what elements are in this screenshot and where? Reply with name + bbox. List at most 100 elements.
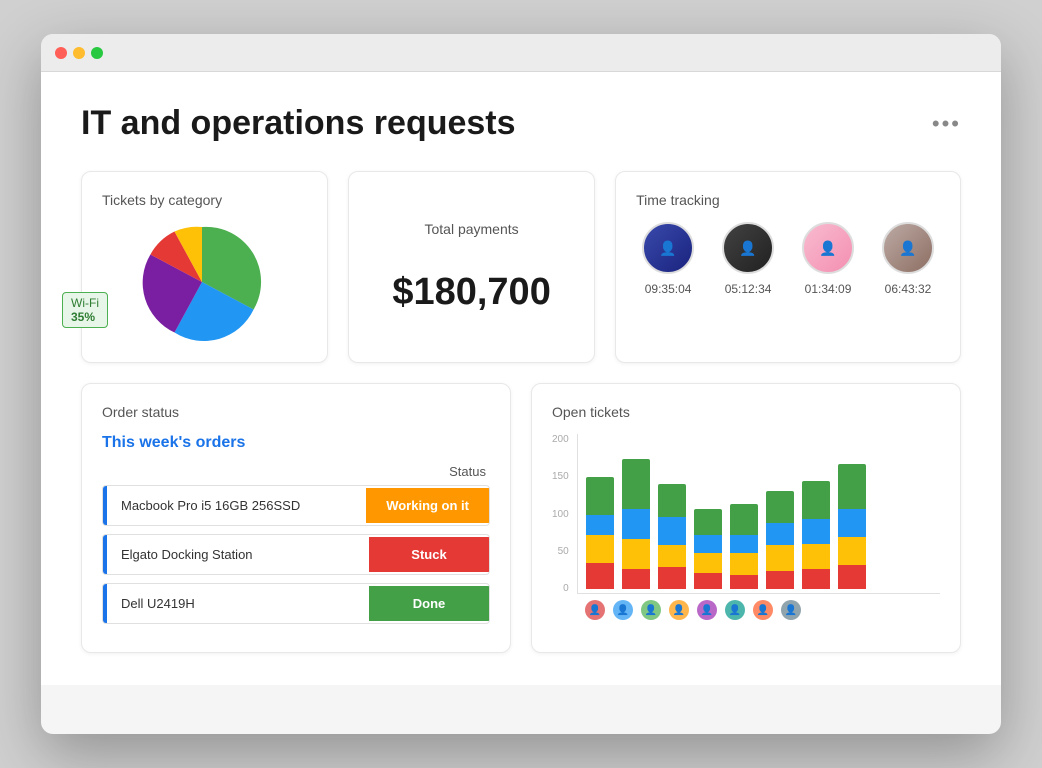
bar-group-1: [586, 477, 614, 589]
avatar-4: 👤: [882, 222, 934, 274]
bar-avatar-1: 👤: [585, 600, 605, 620]
stacked-bar-8: [838, 464, 866, 589]
time-value-4: 06:43:32: [885, 282, 932, 296]
pie-container: Wi-Fi 35%: [102, 222, 307, 342]
bar-seg-green-5: [730, 504, 758, 535]
y-axis-50: 50: [552, 546, 569, 557]
y-axis-200: 200: [552, 434, 569, 445]
bar-group-4: [694, 509, 722, 589]
maximize-button[interactable]: [91, 47, 103, 59]
bar-seg-blue-4: [694, 535, 722, 553]
bar-avatar-4: 👤: [669, 600, 689, 620]
bar-avatar-2: 👤: [613, 600, 633, 620]
stacked-bar-6: [766, 491, 794, 589]
bar-seg-blue-5: [730, 535, 758, 553]
order-row-1: Macbook Pro i5 16GB 256SSD Working on it: [102, 485, 490, 526]
time-tracking-avatars: 👤 09:35:04 👤 05:12:34 👤 01:34:09 👤 06:43…: [636, 222, 940, 296]
payments-card-title: Total payments: [424, 221, 518, 237]
bar-seg-yellow-5: [730, 553, 758, 575]
time-value-1: 09:35:04: [645, 282, 692, 296]
tickets-card: Tickets by category Wi-Fi 35%: [81, 171, 328, 363]
bar-seg-yellow-8: [838, 537, 866, 565]
avatar-3: 👤: [802, 222, 854, 274]
bar-seg-red-7: [802, 569, 830, 589]
bar-group-6: [766, 491, 794, 589]
bar-seg-yellow-1: [586, 535, 614, 563]
bar-avatar-5: 👤: [697, 600, 717, 620]
bar-avatar-3: 👤: [641, 600, 661, 620]
tickets-card-title: Tickets by category: [102, 192, 307, 208]
order-name-3: Dell U2419H: [107, 584, 369, 623]
close-button[interactable]: [55, 47, 67, 59]
time-value-3: 01:34:09: [805, 282, 852, 296]
stacked-bar-5: [730, 504, 758, 589]
open-tickets-title: Open tickets: [552, 404, 940, 420]
open-tickets-card: Open tickets 200 150 100 50 0: [531, 383, 961, 653]
bar-seg-blue-3: [658, 517, 686, 545]
bar-seg-yellow-2: [622, 539, 650, 569]
pie-label-name: Wi-Fi: [71, 296, 99, 310]
bar-seg-yellow-6: [766, 545, 794, 571]
order-name-2: Elgato Docking Station: [107, 535, 369, 574]
bar-seg-red-5: [730, 575, 758, 589]
status-header: Status: [102, 464, 490, 479]
stacked-bar-2: [622, 459, 650, 589]
status-badge-3: Done: [369, 586, 489, 621]
time-tracking-card: Time tracking 👤 09:35:04 👤 05:12:34 👤 01…: [615, 171, 961, 363]
y-axis-100: 100: [552, 509, 569, 520]
bar-avatar-7: 👤: [753, 600, 773, 620]
bar-group-5: [730, 504, 758, 589]
order-name-1: Macbook Pro i5 16GB 256SSD: [107, 486, 366, 525]
pie-label: Wi-Fi 35%: [62, 292, 108, 328]
avatar-1: 👤: [642, 222, 694, 274]
bar-seg-red-3: [658, 567, 686, 589]
bar-avatar-8: 👤: [781, 600, 801, 620]
top-row: Tickets by category Wi-Fi 35%: [81, 171, 961, 363]
order-status-title: Order status: [102, 404, 490, 420]
avatar-time-3: 👤 01:34:09: [802, 222, 854, 296]
stacked-bar-7: [802, 481, 830, 589]
bar-seg-green-8: [838, 464, 866, 509]
bar-seg-blue-2: [622, 509, 650, 539]
page-header: IT and operations requests •••: [81, 104, 961, 143]
bar-group-2: [622, 459, 650, 589]
bar-seg-yellow-3: [658, 545, 686, 567]
bar-avatars-row: 👤 👤 👤 👤 👤 👤 👤 👤: [577, 600, 940, 620]
bar-seg-red-8: [838, 565, 866, 589]
avatar-time-2: 👤 05:12:34: [722, 222, 774, 296]
stacked-bar-1: [586, 477, 614, 589]
status-badge-2: Stuck: [369, 537, 489, 572]
avatar-2: 👤: [722, 222, 774, 274]
bar-seg-red-4: [694, 573, 722, 589]
bar-group-7: [802, 481, 830, 589]
more-options-button[interactable]: •••: [932, 111, 961, 137]
bar-seg-blue-7: [802, 519, 830, 544]
chart-wrapper: 200 150 100 50 0: [552, 434, 940, 620]
bar-seg-blue-8: [838, 509, 866, 537]
y-axis: 200 150 100 50 0: [552, 434, 573, 594]
pie-label-percent: 35%: [71, 310, 95, 324]
bar-group-8: [838, 464, 866, 589]
bar-seg-blue-6: [766, 523, 794, 545]
y-axis-150: 150: [552, 471, 569, 482]
avatar-time-4: 👤 06:43:32: [882, 222, 934, 296]
minimize-button[interactable]: [73, 47, 85, 59]
bars-wrapper: [577, 434, 940, 594]
bar-seg-green-3: [658, 484, 686, 517]
bar-group-3: [658, 484, 686, 589]
order-row-3: Dell U2419H Done: [102, 583, 490, 624]
time-value-2: 05:12:34: [725, 282, 772, 296]
page-title: IT and operations requests: [81, 104, 516, 143]
bars-area: 👤 👤 👤 👤 👤 👤 👤 👤: [577, 434, 940, 620]
bar-seg-red-6: [766, 571, 794, 589]
avatar-time-1: 👤 09:35:04: [642, 222, 694, 296]
bar-seg-green-2: [622, 459, 650, 509]
status-badge-1: Working on it: [366, 488, 489, 523]
pie-chart: [142, 222, 262, 342]
bar-seg-yellow-7: [802, 544, 830, 569]
bar-seg-blue-1: [586, 515, 614, 535]
order-status-card: Order status This week's orders Status M…: [81, 383, 511, 653]
payment-amount: $180,700: [392, 271, 551, 314]
week-orders-label: This week's orders: [102, 434, 490, 452]
time-tracking-title: Time tracking: [636, 192, 940, 208]
